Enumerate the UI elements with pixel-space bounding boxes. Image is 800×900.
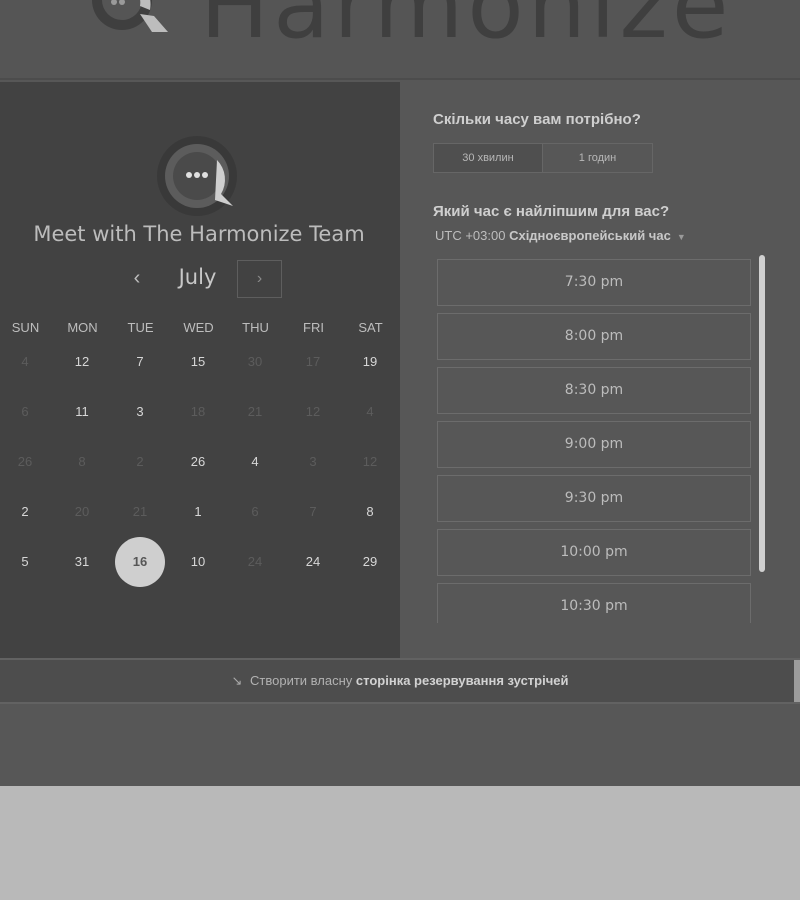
timezone-offset: UTC +03:00: [435, 228, 506, 243]
weekday-label: THU: [242, 320, 269, 335]
calendar-day: 4: [366, 404, 374, 419]
calendar-day[interactable]: 19: [345, 337, 395, 387]
calendar-day[interactable]: 5: [0, 537, 50, 587]
time-slot-list: 7:30 pm 8:00 pm 8:30 pm 9:00 pm 9:30 pm 10:00…: [437, 259, 753, 623]
create-booking-page-banner: ↘ Створити власну сторінка резервування …: [0, 658, 800, 704]
calendar-day[interactable]: 15: [173, 337, 223, 387]
time-slot-button[interactable]: 10:30 pm: [437, 583, 751, 623]
slot-list-scrollbar[interactable]: [759, 255, 765, 572]
calendar-day: 20: [74, 504, 90, 519]
next-month-button[interactable]: ›: [237, 260, 282, 298]
timezone-selector[interactable]: UTC +03:00 Східноєвропейський час ▼: [435, 228, 686, 243]
chat-bubble-logo-icon: [92, 0, 168, 32]
time-slot-button[interactable]: 9:00 pm: [437, 421, 751, 468]
calendar-day[interactable]: 11: [57, 387, 107, 437]
create-booking-page-link[interactable]: сторінка резервування зустрічей: [356, 673, 569, 688]
time-slot-button[interactable]: 9:30 pm: [437, 475, 751, 522]
calendar-day: 7: [309, 504, 317, 519]
calendar-day: 17: [305, 354, 321, 369]
chevron-down-icon: ▼: [676, 232, 686, 242]
calendar-day: 2: [136, 454, 144, 469]
weekday-label: FRI: [303, 320, 324, 335]
calendar-day[interactable]: 10: [173, 537, 223, 587]
duration-question: Скільки часу вам потрібно?: [433, 111, 641, 128]
booking-app: Harmonize Meet with The Harmonize Team ‹…: [0, 0, 800, 786]
calendar-panel: Meet with The Harmonize Team ‹ July › SU…: [0, 82, 400, 658]
footer-prefix: Створити власну: [250, 673, 353, 688]
calendar-day[interactable]: 1: [173, 487, 223, 537]
calendar-day: 4: [21, 354, 29, 369]
weekday-label: MON: [67, 320, 98, 335]
calendar-day: 30: [247, 354, 263, 369]
duration-option-1h[interactable]: 1 годин: [543, 144, 652, 172]
host-avatar-icon: [157, 136, 237, 216]
calendar-day: 21: [132, 504, 148, 519]
weekday-label: SAT: [358, 320, 383, 335]
calendar-day: 12: [305, 404, 321, 419]
duration-option-30min[interactable]: 30 хвилин: [434, 144, 543, 172]
calendar-day[interactable]: 8: [345, 487, 395, 537]
calendar-day: 8: [78, 454, 86, 469]
weekday-label: SUN: [11, 320, 40, 335]
time-selection-panel: Скільки часу вам потрібно? 30 хвилин 1 г…: [400, 82, 800, 658]
calendar-day-selected[interactable]: 16: [115, 537, 165, 587]
cursor-arrow-icon: ↘: [231, 673, 243, 688]
calendar-day: 12: [362, 454, 378, 469]
brand-wordmark: Harmonize: [200, 0, 733, 59]
calendar-day: 24: [247, 554, 263, 569]
calendar-day[interactable]: 7: [115, 337, 165, 387]
calendar-day: 18: [190, 404, 206, 419]
calendar-day[interactable]: 24: [288, 537, 338, 587]
meeting-title: Meet with The Harmonize Team: [33, 222, 365, 246]
month-label: July: [178, 265, 217, 289]
prev-month-button[interactable]: ‹: [122, 261, 152, 295]
time-slot-button[interactable]: 7:30 pm: [437, 259, 751, 306]
calendar-day: 6: [21, 404, 29, 419]
footer-edge: [794, 660, 800, 702]
time-slot-button[interactable]: 8:30 pm: [437, 367, 751, 414]
brand-header: Harmonize: [0, 0, 800, 80]
time-slot-button[interactable]: 10:00 pm: [437, 529, 751, 576]
weekday-label: TUE: [127, 320, 154, 335]
calendar-day[interactable]: 31: [57, 537, 107, 587]
calendar-day[interactable]: 3: [115, 387, 165, 437]
calendar-day[interactable]: 29: [345, 537, 395, 587]
timezone-name: Східноєвропейський час: [509, 228, 671, 243]
calendar-day[interactable]: 12: [57, 337, 107, 387]
calendar-day: 3: [309, 454, 317, 469]
calendar-day: 26: [17, 454, 33, 469]
weekday-label: WED: [183, 320, 214, 335]
time-question: Який час є найліпшим для вас?: [433, 203, 670, 220]
calendar-day[interactable]: 4: [230, 437, 280, 487]
duration-selector: 30 хвилин 1 годин: [433, 143, 653, 173]
calendar-day: 21: [247, 404, 263, 419]
time-slot-button[interactable]: 8:00 pm: [437, 313, 751, 360]
calendar-day: 6: [251, 504, 259, 519]
calendar-day[interactable]: 26: [173, 437, 223, 487]
calendar-day[interactable]: 2: [0, 487, 50, 537]
